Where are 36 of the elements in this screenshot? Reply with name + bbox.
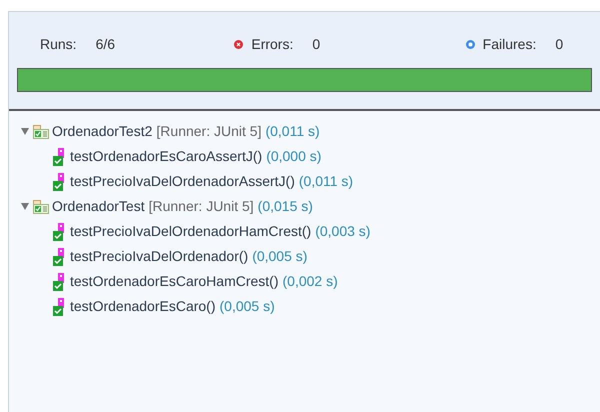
- expanded-twistie-icon[interactable]: [21, 128, 29, 135]
- counter-value: 0: [312, 34, 320, 54]
- expanded-twistie-icon[interactable]: [21, 203, 29, 210]
- runner-label: [Runner: JUnit 5]: [148, 197, 254, 216]
- counter-label: Errors:: [251, 34, 294, 54]
- passed-test-icon: [53, 298, 67, 316]
- duration: (0,011 s): [298, 172, 354, 191]
- test-name[interactable]: testPrecioIvaDelOrdenador(): [70, 246, 248, 267]
- test-suite-name[interactable]: OrdenadorTest: [52, 196, 145, 217]
- counter-value: 6/6: [96, 34, 116, 54]
- counter-label: Runs:: [40, 34, 77, 54]
- test-suite-icon: [33, 200, 49, 214]
- runner-label: [Runner: JUnit 5]: [156, 122, 262, 141]
- test-suite-name[interactable]: OrdenadorTest2: [52, 121, 152, 142]
- test-name[interactable]: testPrecioIvaDelOrdenadorHamCrest(): [70, 221, 312, 242]
- failure-icon: [466, 40, 475, 48]
- test-name[interactable]: testOrdenadorEsCaroAssertJ(): [70, 146, 262, 167]
- counter-label: Failures:: [482, 34, 536, 54]
- passed-test-icon: [53, 272, 67, 290]
- passed-test-icon: [53, 248, 67, 266]
- passed-test-icon: [53, 172, 67, 190]
- duration: (0,002 s): [282, 272, 338, 291]
- test-name[interactable]: testOrdenadorEsCaro(): [70, 296, 216, 317]
- duration: (0,015 s): [258, 197, 313, 216]
- passed-test-icon: [53, 148, 67, 166]
- duration: (0,011 s): [265, 122, 320, 141]
- duration: (0,003 s): [315, 222, 370, 241]
- passed-test-icon: [53, 222, 67, 240]
- test-name[interactable]: testOrdenadorEsCaroHamCrest(): [70, 271, 279, 292]
- test-name[interactable]: testPrecioIvaDelOrdenadorAssertJ(): [70, 171, 295, 192]
- test-suite-icon: [33, 124, 49, 138]
- duration: (0,000 s): [266, 147, 322, 166]
- error-icon: [234, 40, 244, 48]
- duration: (0,005 s): [252, 247, 308, 266]
- counter-value: 0: [555, 34, 564, 54]
- duration: (0,005 s): [220, 297, 275, 316]
